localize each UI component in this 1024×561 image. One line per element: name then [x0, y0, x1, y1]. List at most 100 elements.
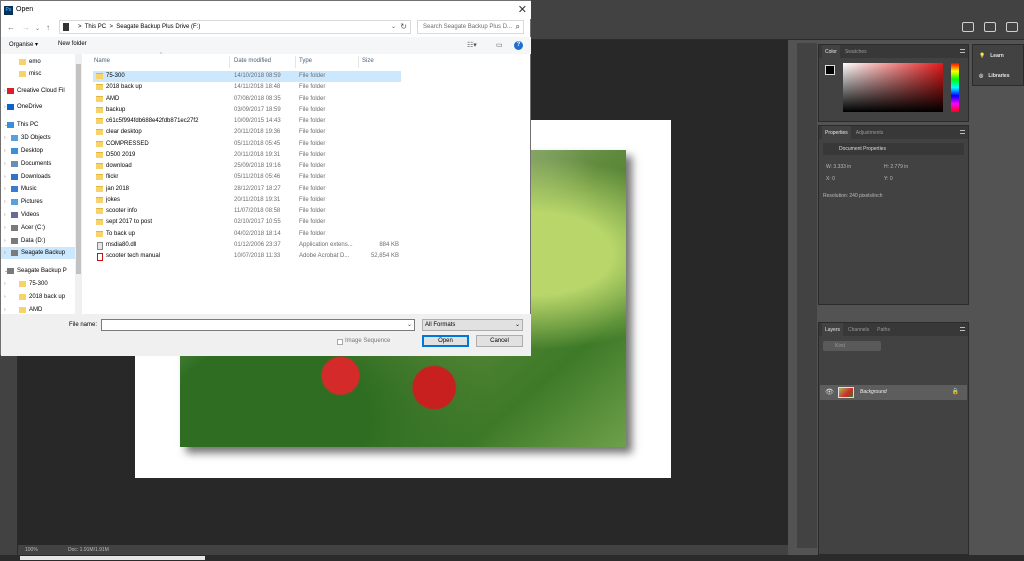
layer-filter-input[interactable]: Kind — [823, 341, 881, 351]
tab-channels[interactable]: Channels — [845, 323, 872, 336]
share-icon[interactable] — [1006, 22, 1018, 32]
file-format-select[interactable]: All Formats ⌄ — [422, 319, 523, 331]
tab-paths[interactable]: Paths — [874, 323, 893, 336]
file-row[interactable]: 2018 back up 14/11/2018 18:48 File folder — [93, 82, 401, 93]
column-separator[interactable] — [229, 56, 230, 68]
column-separator[interactable] — [358, 56, 359, 68]
chevron-right-icon[interactable]: › — [4, 148, 6, 154]
chevron-down-icon[interactable]: ⌄ — [391, 23, 396, 30]
search-icon[interactable] — [962, 22, 974, 32]
learn-button[interactable]: 💡 Learn — [979, 53, 1004, 59]
sidebar-item[interactable]: › Desktop — [1, 145, 75, 157]
back-arrow-icon[interactable]: ← — [7, 23, 15, 32]
breadcrumb-this-pc[interactable]: This PC — [85, 24, 106, 30]
column-header-name[interactable]: Name — [94, 58, 110, 64]
column-header-size[interactable]: Size — [362, 58, 374, 64]
sidebar-item[interactable]: › Downloads — [1, 171, 75, 183]
up-arrow-icon[interactable]: ↑ — [46, 23, 50, 32]
chevron-right-icon[interactable]: › — [4, 307, 6, 313]
file-row[interactable]: scooter tech manual 10/07/2018 11:33 Adobe… — [93, 251, 401, 262]
x-value[interactable]: X: 0 — [826, 176, 835, 182]
sidebar-item[interactable]: ⌄This PC — [1, 119, 75, 131]
sidebar-item[interactable]: › Pictures — [1, 196, 75, 208]
tab-layers[interactable]: Layers — [822, 323, 844, 336]
file-row[interactable]: AMD 07/08/2018 08:35 File folder — [93, 94, 401, 105]
sidebar-item[interactable]: › Seagate Backup — [1, 247, 75, 259]
panel-menu-icon[interactable] — [960, 130, 965, 134]
chevron-right-icon[interactable]: › — [4, 104, 6, 110]
tab-swatches[interactable]: Swatches — [842, 45, 870, 58]
sidebar-item[interactable]: › Data (D:) — [1, 235, 75, 247]
sidebar-item[interactable]: ⌄Seagate Backup P — [1, 265, 75, 277]
image-sequence-checkbox[interactable] — [337, 339, 343, 345]
tab-adjustments[interactable]: Adjustments — [853, 126, 887, 139]
new-folder-button[interactable]: New folder — [58, 41, 87, 47]
file-row[interactable]: flickr 05/11/2018 05:46 File folder — [93, 172, 401, 183]
chevron-right-icon[interactable]: › — [4, 135, 6, 141]
column-separator[interactable] — [295, 56, 296, 68]
foreground-color-swatch[interactable] — [825, 65, 835, 75]
height-value[interactable]: H: 2.779 in — [884, 164, 908, 170]
chevron-right-icon[interactable]: › — [4, 88, 6, 94]
sidebar-item[interactable]: › Music — [1, 183, 75, 195]
file-row[interactable]: jan 2018 28/12/2017 18:27 File folder — [93, 184, 401, 195]
recent-dropdown-icon[interactable]: ⌄ — [35, 25, 40, 32]
file-name-input[interactable]: ⌄ — [101, 319, 415, 331]
scrollbar-thumb[interactable] — [20, 556, 205, 560]
address-bar[interactable]: > This PC > Seagate Backup Plus Drive (F… — [59, 20, 411, 34]
sidebar-item[interactable]: misc — [1, 68, 75, 80]
tab-color[interactable]: Color — [822, 45, 840, 58]
forward-arrow-icon[interactable]: → — [22, 23, 30, 32]
sidebar-item[interactable]: › 2018 back up — [1, 291, 75, 303]
chevron-right-icon[interactable]: › — [4, 225, 6, 231]
file-row[interactable]: download 25/09/2018 19:16 File folder — [93, 161, 401, 172]
file-row[interactable]: jokes 20/11/2018 19:31 File folder — [93, 195, 401, 206]
chevron-right-icon[interactable]: › — [4, 281, 6, 287]
sidebar-item[interactable]: › Documents — [1, 158, 75, 170]
sidebar-item[interactable]: › Videos — [1, 209, 75, 221]
sidebar-item[interactable]: › 3D Objects — [1, 132, 75, 144]
cancel-button[interactable]: Cancel — [476, 335, 523, 347]
file-row[interactable]: c61c5f994fdb688e42fdb871ec27f2 10/09/2015… — [93, 116, 401, 127]
layer-row[interactable]: 👁 Background 🔒 — [820, 385, 967, 400]
sidebar-item[interactable]: › Acer (C:) — [1, 222, 75, 234]
panel-menu-icon[interactable] — [960, 327, 965, 331]
width-value[interactable]: W: 3.333 in — [826, 164, 851, 170]
sidebar-item[interactable]: emo — [1, 56, 75, 68]
lock-icon[interactable]: 🔒 — [952, 388, 959, 395]
sidebar-item[interactable]: › 75-300 — [1, 278, 75, 290]
help-icon[interactable]: ? — [514, 41, 523, 50]
file-row[interactable]: D500 2019 20/11/2018 19:31 File folder — [93, 150, 401, 161]
file-row[interactable]: To back up 04/02/2018 18:14 File folder — [93, 229, 401, 240]
y-value[interactable]: Y: 0 — [884, 176, 893, 182]
chevron-right-icon[interactable]: › — [4, 186, 6, 192]
refresh-icon[interactable]: ↻ — [400, 22, 407, 31]
open-button[interactable]: Open — [422, 335, 469, 347]
tab-properties[interactable]: Properties — [822, 126, 851, 139]
sidebar-item[interactable]: › AMD — [1, 304, 75, 314]
panel-menu-icon[interactable] — [960, 49, 965, 53]
file-row[interactable]: backup 03/09/2017 18:59 File folder — [93, 105, 401, 116]
search-input[interactable]: Search Seagate Backup Plus D... ⌕ — [417, 20, 524, 34]
chevron-right-icon[interactable]: › — [4, 199, 6, 205]
view-options-icon[interactable]: ☷▾ — [467, 41, 477, 49]
column-header-type[interactable]: Type — [299, 58, 312, 64]
hue-slider[interactable] — [951, 63, 959, 112]
libraries-button[interactable]: ◎ Libraries — [979, 73, 1010, 79]
file-row[interactable]: 75-300 14/10/2018 08:59 File folder — [93, 71, 401, 82]
visibility-eye-icon[interactable]: 👁 — [825, 388, 834, 396]
workspace-switcher-icon[interactable] — [984, 22, 996, 32]
file-row[interactable]: COMPRESSED 05/11/2018 05:45 File folder — [93, 139, 401, 150]
close-icon[interactable]: ✕ — [518, 3, 527, 16]
file-row[interactable]: clear desktop 20/11/2018 19:36 File folder — [93, 127, 401, 138]
preview-pane-icon[interactable]: ▭ — [496, 41, 503, 49]
file-row[interactable]: sept 2017 to post 02/10/2017 10:55 File fo… — [93, 217, 401, 228]
navigation-scrollbar[interactable] — [75, 54, 82, 314]
organise-button[interactable]: Organise ▾ — [9, 41, 38, 48]
chevron-down-icon[interactable]: ⌄ — [407, 321, 412, 328]
chevron-right-icon[interactable]: › — [4, 250, 6, 256]
sidebar-item[interactable]: › OneDrive — [1, 101, 75, 113]
file-row[interactable]: msdia80.dll 01/12/2006 23:37 Application e… — [93, 240, 401, 251]
chevron-right-icon[interactable]: › — [4, 161, 6, 167]
breadcrumb-seagate[interactable]: Seagate Backup Plus Drive (F:) — [116, 24, 200, 30]
